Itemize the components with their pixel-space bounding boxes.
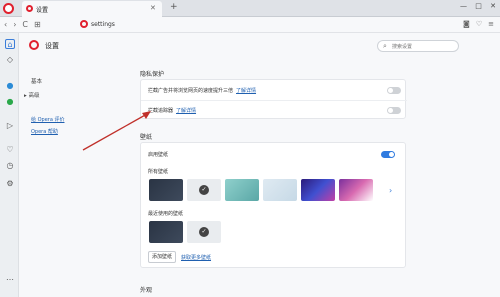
new-tab-button[interactable]: + bbox=[170, 2, 178, 12]
wallpaper-thumb-3[interactable] bbox=[225, 179, 259, 201]
settings-nav: 设置 基本 ▸ 高级 给 Opera 评价 Opera 帮助 bbox=[19, 33, 107, 297]
wallpaper-card: 启用壁纸 所有壁纸 ✓ › 最近使用的壁纸 ✓ 添加壁纸 获取更多壁纸 bbox=[140, 142, 406, 268]
menu-icon[interactable]: ≡ bbox=[488, 20, 494, 28]
opera-help-link[interactable]: Opera 帮助 bbox=[31, 128, 58, 135]
more-icon[interactable]: … bbox=[5, 273, 15, 283]
wallpaper-thumb-4[interactable] bbox=[263, 179, 297, 201]
url-field[interactable]: settings bbox=[91, 21, 115, 28]
divider bbox=[141, 100, 407, 101]
wallpaper-thumb-5[interactable] bbox=[301, 179, 335, 201]
close-window-button[interactable]: ✕ bbox=[490, 2, 496, 10]
opera-tab-icon bbox=[26, 5, 33, 12]
tabs-grid-button[interactable]: ⊞ bbox=[34, 20, 47, 29]
send-icon[interactable]: ▷ bbox=[5, 121, 15, 131]
tracker-row: 拦截追踪器 了解详情 bbox=[148, 107, 196, 114]
apps-icon[interactable]: ◇ bbox=[5, 55, 15, 65]
nav-item-advanced[interactable]: ▸ 高级 bbox=[24, 91, 40, 99]
settings-main: ⌕ 隐私保护 拦截广告并将浏览网页的速度提升三倍了解详情 拦截追踪器了解详情 壁… bbox=[107, 33, 500, 297]
reload-button[interactable]: C bbox=[22, 20, 34, 29]
ad-block-toggle[interactable] bbox=[387, 87, 401, 94]
wallpaper-thumb-1[interactable] bbox=[149, 179, 183, 201]
restore-button[interactable]: □ bbox=[475, 2, 482, 10]
privacy-card: 拦截广告并将浏览网页的速度提升三倍 了解详情 拦截追踪器 了解详情 bbox=[140, 79, 407, 119]
heart-icon[interactable]: ♡ bbox=[5, 145, 15, 155]
all-wallpapers-label: 所有壁纸 bbox=[148, 169, 169, 175]
ad-block-row: 拦截广告并将浏览网页的速度提升三倍 了解详情 bbox=[148, 87, 256, 94]
heart-icon[interactable]: ♡ bbox=[476, 20, 482, 28]
add-wallpaper-button[interactable]: 添加壁纸 bbox=[148, 251, 176, 263]
minimize-button[interactable]: — bbox=[460, 2, 467, 10]
wallpaper-toggle[interactable] bbox=[381, 151, 395, 158]
enable-wallpaper-label: 启用壁纸 bbox=[148, 152, 169, 158]
sidebar: ⌂ ◇ ● ● ▷ ♡ ◷ ⚙ … bbox=[0, 33, 19, 297]
search-box: ⌕ bbox=[377, 40, 459, 52]
wallpaper-section-title: 壁纸 bbox=[140, 134, 153, 141]
nav-buttons: ‹›C⊞ bbox=[4, 20, 47, 29]
opera-menu-icon[interactable] bbox=[3, 3, 14, 14]
wallpaper-thumb-2[interactable]: ✓ bbox=[187, 179, 221, 201]
rate-opera-link[interactable]: 给 Opera 评价 bbox=[31, 116, 64, 123]
ad-block-learn-more[interactable]: 了解详情 bbox=[236, 88, 256, 94]
settings-gear-icon[interactable]: ⚙ bbox=[5, 179, 15, 189]
recent-thumb-1[interactable] bbox=[149, 221, 183, 243]
recent-thumb-2[interactable]: ✓ bbox=[187, 221, 221, 243]
opera-logo-icon bbox=[29, 40, 39, 50]
window-controls: — □ ✕ bbox=[454, 2, 496, 10]
camera-icon[interactable]: ◙ bbox=[463, 20, 470, 28]
title-bar: 设置 ✕ + — □ ✕ bbox=[0, 0, 500, 17]
nav-item-basic[interactable]: 基本 bbox=[31, 77, 42, 85]
search-input[interactable] bbox=[392, 43, 456, 51]
address-bar: ‹›C⊞ settings ◙ ♡ ≡ bbox=[0, 17, 500, 33]
page-title: 设置 bbox=[45, 42, 59, 50]
wallpaper-thumb-6[interactable] bbox=[339, 179, 373, 201]
tab-title: 设置 bbox=[36, 7, 49, 14]
selected-check-icon: ✓ bbox=[199, 185, 209, 195]
ad-block-label: 拦截广告并将浏览网页的速度提升三倍 bbox=[148, 88, 234, 94]
privacy-section-title: 隐私保护 bbox=[140, 71, 165, 78]
search-icon: ⌕ bbox=[383, 42, 387, 50]
home-icon[interactable]: ⌂ bbox=[5, 39, 15, 49]
tab-close-icon[interactable]: ✕ bbox=[150, 4, 156, 12]
opera-url-icon bbox=[80, 20, 88, 28]
tracker-label: 拦截追踪器 bbox=[148, 108, 174, 114]
get-more-wallpapers-link[interactable]: 获取更多壁纸 bbox=[181, 254, 211, 261]
next-wallpapers-button[interactable]: › bbox=[389, 186, 392, 195]
history-icon[interactable]: ◷ bbox=[5, 161, 15, 171]
whatsapp-icon[interactable]: ● bbox=[5, 97, 15, 107]
tracker-learn-more[interactable]: 了解详情 bbox=[176, 108, 196, 114]
recent-wallpapers-label: 最近使用的壁纸 bbox=[148, 211, 184, 217]
messenger-icon[interactable]: ● bbox=[5, 81, 15, 91]
toolbar-icons: ◙ ♡ ≡ bbox=[457, 20, 494, 28]
appearance-section-title: 外观 bbox=[140, 287, 153, 294]
tracker-toggle[interactable] bbox=[387, 107, 401, 114]
tab-settings[interactable]: 设置 ✕ bbox=[22, 1, 162, 17]
selected-check-icon: ✓ bbox=[199, 227, 209, 237]
back-button[interactable]: ‹ bbox=[4, 20, 13, 29]
